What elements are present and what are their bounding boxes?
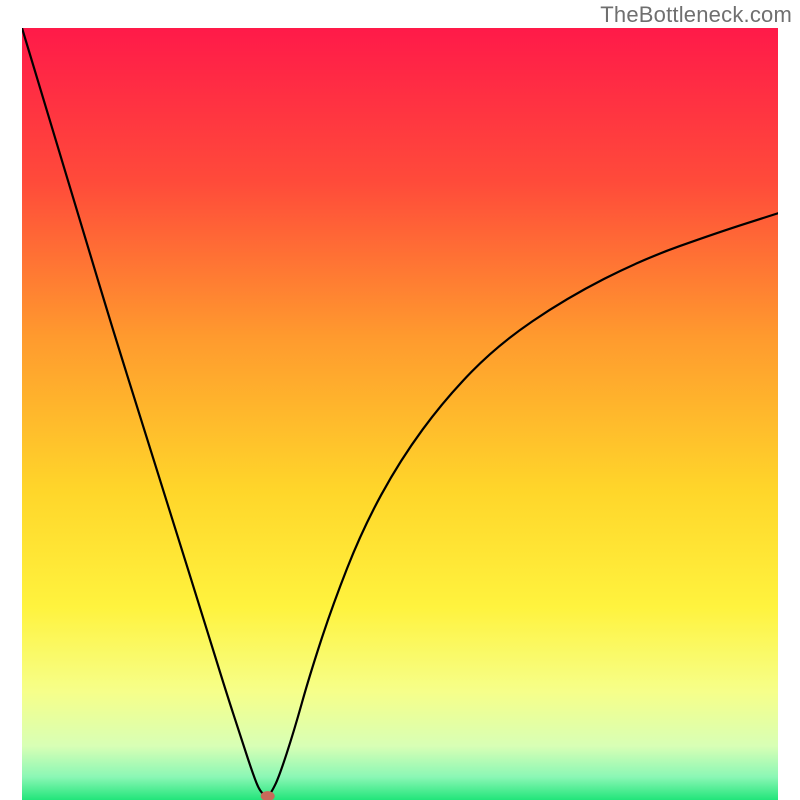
chart-background: [22, 28, 778, 800]
watermark-text: TheBottleneck.com: [600, 2, 792, 28]
chart-svg: [22, 28, 778, 800]
bottleneck-chart: [22, 28, 778, 800]
